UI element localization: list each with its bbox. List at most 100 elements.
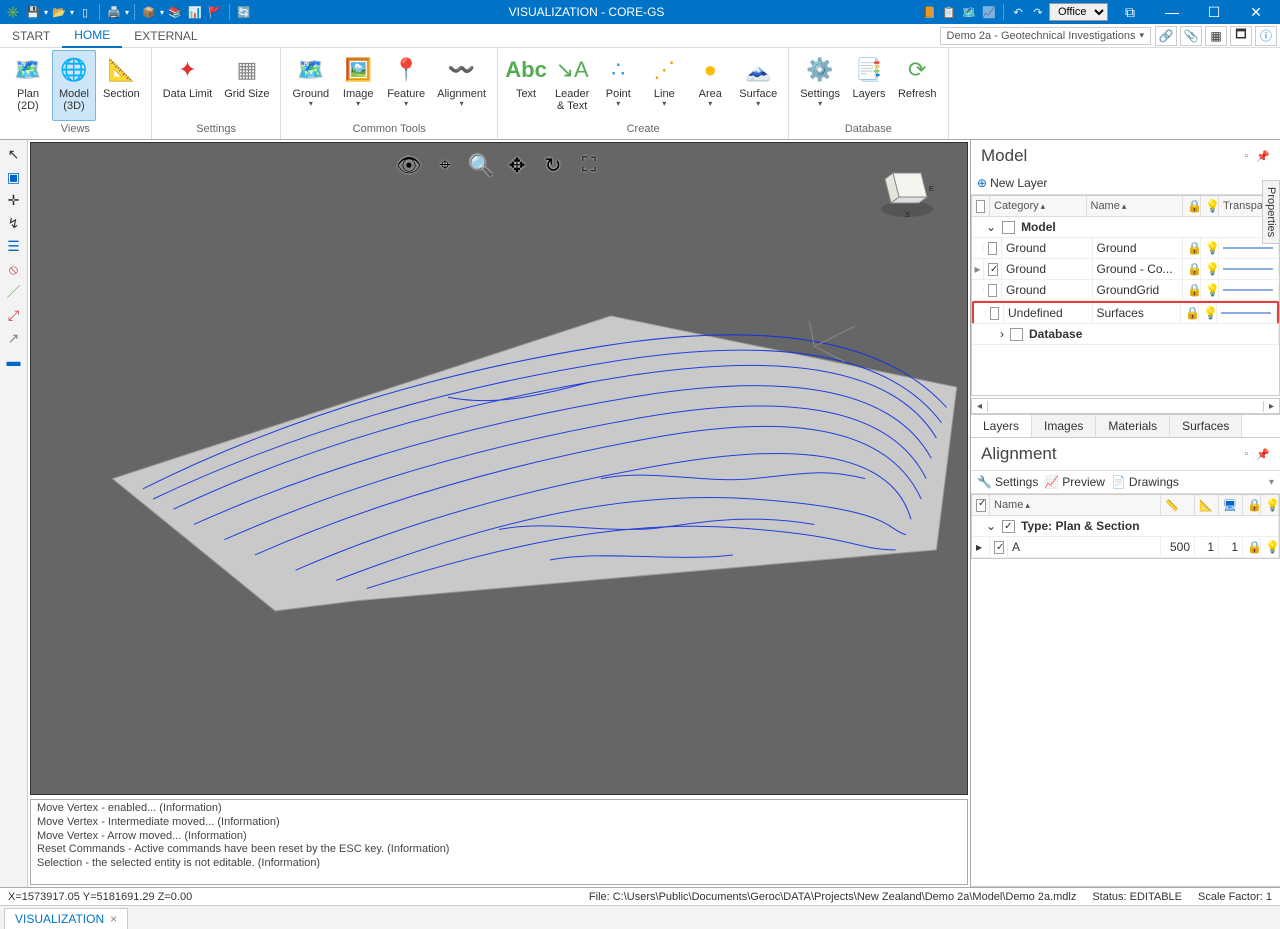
print-icon[interactable]: 🖨️ — [105, 3, 123, 21]
tab-materials[interactable]: Materials — [1096, 415, 1170, 437]
image-button[interactable]: 🖼️Image▾ — [336, 50, 380, 121]
tb-icon3[interactable]: 🗺️ — [960, 3, 978, 21]
pin-icon[interactable]: 📌 — [1256, 150, 1270, 163]
model-3d-button[interactable]: 🌐Model (3D) — [52, 50, 96, 121]
data-limit-button[interactable]: ✦Data Limit — [158, 50, 218, 121]
select-cross-icon[interactable]: ✛ — [4, 190, 24, 210]
grid-size-button[interactable]: ▦Grid Size — [219, 50, 274, 121]
undo-icon[interactable]: ↶ — [1009, 3, 1027, 21]
surface-button[interactable]: 🗻Surface▾ — [734, 50, 782, 121]
db-settings-button[interactable]: ⚙️Settings▾ — [795, 50, 845, 121]
app-icon[interactable]: ✳️ — [4, 3, 22, 21]
area-button[interactable]: ●Area▾ — [688, 50, 732, 121]
axis-icon[interactable]: ↯ — [4, 213, 24, 233]
feature-button[interactable]: 📍Feature▾ — [382, 50, 430, 121]
log-line: Move Vertex - Arrow moved... (Informatio… — [37, 830, 961, 844]
box-icon[interactable]: 📦 — [140, 3, 158, 21]
section-button[interactable]: 📐Section — [98, 50, 145, 121]
align-settings-button[interactable]: 🔧Settings — [977, 475, 1038, 489]
log-panel[interactable]: Move Vertex - enabled... (Information) M… — [30, 799, 968, 885]
tab-start[interactable]: START — [0, 25, 62, 47]
tab-external[interactable]: EXTERNAL — [122, 25, 209, 47]
tree-database[interactable]: ›Database — [972, 324, 1279, 345]
line1-icon[interactable]: ／ — [4, 282, 24, 302]
save-icon[interactable]: 💾 — [24, 3, 42, 21]
mini-win-icon[interactable]: 🗖 — [1230, 26, 1252, 46]
leader-text-button[interactable]: ↘ALeader & Text — [550, 50, 594, 121]
layer-icon[interactable]: ▬ — [4, 351, 24, 371]
group-create-label: Create — [504, 121, 782, 137]
tree-row[interactable]: GroundGround🔒💡 — [972, 238, 1279, 259]
tb-icon4[interactable]: 📈 — [980, 3, 998, 21]
tree-row[interactable]: ▸GroundGround - Co...🔒💡 — [972, 259, 1279, 280]
tree-root[interactable]: ⌄Model — [972, 217, 1279, 238]
log-line: Move Vertex - Intermediate moved... (Inf… — [37, 816, 961, 830]
point-button[interactable]: ∴Point▾ — [596, 50, 640, 121]
minimize-icon[interactable]: — — [1152, 0, 1192, 24]
properties-tab[interactable]: Properties — [1262, 180, 1280, 244]
tab-home[interactable]: HOME — [62, 24, 122, 48]
model-panel-header: Model ▫📌 — [971, 140, 1280, 172]
group-settings-label: Settings — [158, 121, 275, 137]
restore-window-icon[interactable]: ⧉ — [1110, 0, 1150, 24]
db-refresh-button[interactable]: ⟳Refresh — [893, 50, 942, 121]
close-icon[interactable]: ✕ — [1236, 0, 1276, 24]
tab-images[interactable]: Images — [1032, 415, 1096, 437]
grid-rows-icon[interactable]: ☰ — [4, 236, 24, 256]
log-line: Move Vertex - enabled... (Information) — [37, 802, 961, 816]
alignment-button[interactable]: 〰️Alignment▾ — [432, 50, 491, 121]
tree-row[interactable]: UndefinedSurfaces🔒💡 — [972, 301, 1279, 324]
text-button[interactable]: AbcText — [504, 50, 548, 121]
dock-icon[interactable]: ▫ — [1244, 448, 1248, 461]
group-database-label: Database — [795, 121, 941, 137]
align-drawings-button[interactable]: 📄Drawings — [1111, 475, 1179, 489]
mini-link-icon[interactable]: 🔗 — [1155, 26, 1177, 46]
align-preview-button[interactable]: 📈Preview — [1044, 475, 1105, 489]
group-common-label: Common Tools — [287, 121, 491, 137]
mini-help-icon[interactable]: ⓘ — [1255, 26, 1277, 46]
flag-icon[interactable]: 🚩 — [206, 3, 224, 21]
close-tab-icon[interactable]: × — [110, 912, 117, 926]
new-layer-button[interactable]: ⊕New Layer — [977, 176, 1047, 190]
layers-icon[interactable]: 📚 — [166, 3, 184, 21]
doc-icon[interactable]: ▯ — [76, 3, 94, 21]
line3-icon[interactable]: ↗ — [4, 328, 24, 348]
viewport-3d[interactable]: 👁 ⌖ 🔍 ✥ ↻ ⛶ ES — [30, 142, 968, 795]
tab-layers[interactable]: Layers — [971, 415, 1032, 437]
panel-menu-icon[interactable]: ▾ — [1269, 477, 1274, 488]
chart-icon[interactable]: 📊 — [186, 3, 204, 21]
theme-select[interactable]: Office — [1049, 3, 1108, 21]
tb-icon1[interactable]: 📙 — [920, 3, 938, 21]
status-file: File: C:\Users\Public\Documents\Geroc\DA… — [589, 891, 1076, 903]
align-data-row[interactable]: ▸ A 500 1 1 🔒 💡 — [972, 537, 1279, 558]
plan-2d-button[interactable]: 🗺️Plan (2D) — [6, 50, 50, 121]
model-panel-tabs: Layers Images Materials Surfaces — [971, 414, 1280, 437]
left-toolbar: ↖ ▣ ✛ ↯ ☰ ⦸ ／ ⤢ ↗ ▬ — [0, 140, 28, 887]
line2-icon[interactable]: ⤢ — [4, 305, 24, 325]
breadcrumb[interactable]: Demo 2a - Geotechnical Investigations▾ — [940, 27, 1151, 45]
select-rect-icon[interactable]: ▣ — [4, 167, 24, 187]
cursor-icon[interactable]: ↖ — [4, 144, 24, 164]
tab-surfaces[interactable]: Surfaces — [1170, 415, 1242, 437]
tree-hscroll[interactable]: ◂▸ — [971, 398, 1280, 414]
status-state: Status: EDITABLE — [1092, 891, 1182, 903]
log-line: Selection - the selected entity is not e… — [37, 857, 961, 871]
dock-icon[interactable]: ▫ — [1244, 150, 1248, 163]
line-button[interactable]: ⋰Line▾ — [642, 50, 686, 121]
alignment-panel-header: Alignment ▫📌 — [971, 438, 1280, 470]
open-icon[interactable]: 📂 — [50, 3, 68, 21]
tb-icon2[interactable]: 📋 — [940, 3, 958, 21]
mini-grid-icon[interactable]: ▦ — [1205, 26, 1227, 46]
align-type-row[interactable]: ⌄Type: Plan & Section — [972, 516, 1279, 537]
mini-clip-icon[interactable]: 📎 — [1180, 26, 1202, 46]
doctab-visualization[interactable]: VISUALIZATION× — [4, 908, 128, 929]
hide-icon[interactable]: ⦸ — [4, 259, 24, 279]
maximize-icon[interactable]: ☐ — [1194, 0, 1234, 24]
redo-icon[interactable]: ↷ — [1029, 3, 1047, 21]
ground-button[interactable]: 🗺️Ground▾ — [287, 50, 334, 121]
tree-row[interactable]: GroundGroundGrid🔒💡 — [972, 280, 1279, 301]
db-layers-button[interactable]: 📑Layers — [847, 50, 891, 121]
window-title: VISUALIZATION - CORE-GS — [253, 5, 920, 19]
pin-icon[interactable]: 📌 — [1256, 448, 1270, 461]
refresh-icon[interactable]: 🔄 — [235, 3, 253, 21]
